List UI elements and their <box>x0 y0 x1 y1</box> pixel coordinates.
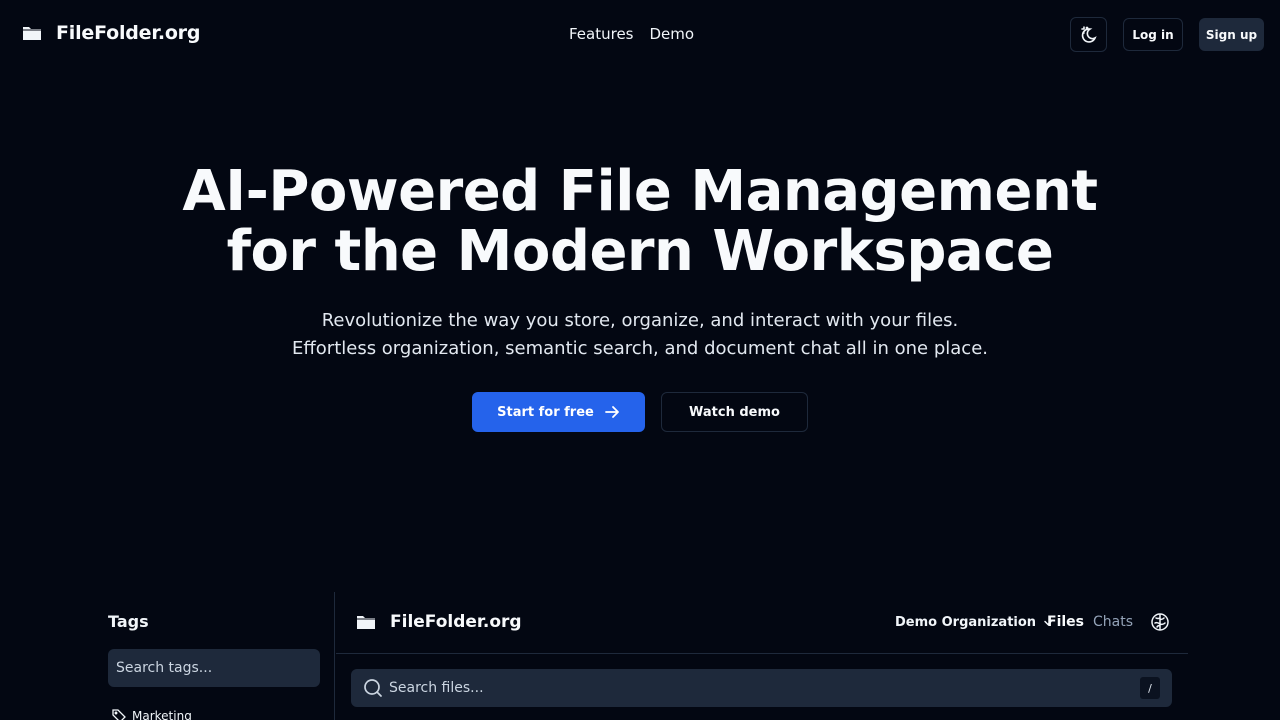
tag-icon <box>112 709 126 720</box>
hero-subtitle-line-2: Effortless organization, semantic search… <box>292 338 988 359</box>
brand-name: FileFolder.org <box>56 22 201 44</box>
tag-item-marketing[interactable]: Marketing <box>112 709 192 720</box>
nav-links: Features Demo <box>569 25 694 43</box>
login-button[interactable]: Log in <box>1123 18 1183 51</box>
tag-label: Marketing <box>132 709 192 720</box>
tags-sidebar: Tags Marketing <box>92 592 335 720</box>
theme-toggle-button[interactable] <box>1070 17 1107 52</box>
brain-icon[interactable] <box>1150 612 1170 632</box>
signup-button[interactable]: Sign up <box>1199 18 1264 51</box>
tab-files[interactable]: Files <box>1047 614 1084 630</box>
hero-title-line-1: AI-Powered File Management <box>182 159 1098 224</box>
organization-select[interactable]: Demo Organization <box>895 615 1054 630</box>
tags-search-input[interactable] <box>108 649 320 687</box>
moon-sun-icon <box>1080 25 1097 43</box>
hero-subtitle: Revolutionize the way you store, organiz… <box>0 307 1280 363</box>
search-icon <box>364 679 382 697</box>
hero-subtitle-line-1: Revolutionize the way you store, organiz… <box>321 310 959 331</box>
start-for-free-label: Start for free <box>497 404 594 420</box>
brand-logo[interactable]: FileFolder.org <box>22 22 200 44</box>
arrow-right-icon <box>604 406 619 418</box>
app-preview: Tags Marketing FileFolder.org Demo Organ… <box>92 592 1188 720</box>
tab-chats[interactable]: Chats <box>1093 614 1133 630</box>
top-navbar: FileFolder.org Features Demo Log in Sign… <box>0 0 1280 70</box>
app-header: FileFolder.org Demo Organization Files C… <box>336 592 1188 654</box>
folder-icon <box>23 27 41 40</box>
search-shortcut-hint: / <box>1140 677 1160 699</box>
organization-name: Demo Organization <box>895 615 1037 630</box>
start-for-free-button[interactable]: Start for free <box>472 392 645 432</box>
hero-title-line-2: for the Modern Workspace <box>226 219 1054 284</box>
files-search-bar[interactable]: / <box>351 669 1172 707</box>
app-brand[interactable]: FileFolder.org <box>356 612 522 632</box>
tags-title: Tags <box>108 612 149 631</box>
app-brand-name: FileFolder.org <box>390 612 522 632</box>
watch-demo-button[interactable]: Watch demo <box>661 392 808 432</box>
folder-icon <box>357 616 375 629</box>
files-search-input[interactable] <box>389 680 1140 696</box>
nav-link-demo[interactable]: Demo <box>650 25 695 43</box>
files-main-panel: FileFolder.org Demo Organization Files C… <box>336 592 1188 720</box>
nav-link-features[interactable]: Features <box>569 25 634 43</box>
hero-title: AI-Powered File Management for the Moder… <box>0 162 1280 282</box>
